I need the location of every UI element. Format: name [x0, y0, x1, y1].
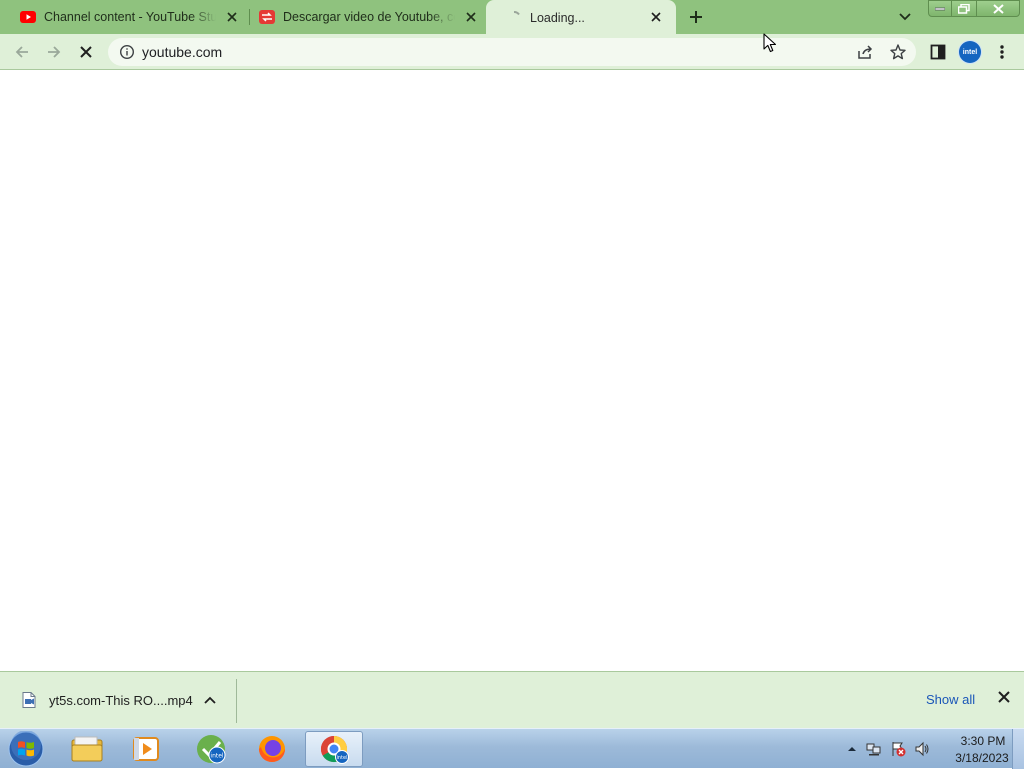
close-tab-icon[interactable]	[463, 9, 479, 25]
tab-search-button[interactable]	[895, 8, 915, 26]
tab-youtube-studio[interactable]: Channel content - YouTube Studio	[0, 0, 248, 34]
side-panel-button[interactable]	[926, 40, 950, 64]
file-explorer-icon[interactable]	[58, 731, 116, 767]
svg-text:intel: intel	[210, 753, 224, 760]
chevron-up-icon[interactable]	[204, 692, 220, 708]
show-desktop-button[interactable]	[1012, 729, 1024, 769]
kebab-menu-icon	[1000, 45, 1004, 59]
star-icon[interactable]	[889, 43, 907, 61]
tab-title: Channel content - YouTube Studio	[44, 10, 216, 24]
action-center-icon[interactable]	[890, 741, 906, 757]
youtube-icon	[20, 9, 36, 25]
windows-start-icon[interactable]	[6, 730, 46, 768]
tray-expand-icon[interactable]	[844, 741, 860, 757]
loading-spinner-icon	[506, 10, 522, 26]
media-player-icon[interactable]	[118, 731, 176, 767]
close-icon	[80, 46, 92, 58]
info-icon[interactable]	[119, 44, 135, 60]
video-file-icon	[22, 692, 36, 708]
arrow-left-icon	[15, 46, 28, 58]
tab-title: Loading...	[530, 11, 585, 25]
profile-avatar[interactable]: intel	[959, 41, 981, 63]
forward-button[interactable]	[42, 40, 66, 64]
chrome-icon[interactable]: intel	[305, 731, 363, 767]
restore-button[interactable]	[951, 0, 977, 17]
url-text[interactable]: youtube.com	[142, 44, 222, 60]
new-tab-button[interactable]	[686, 7, 706, 27]
arrow-right-icon	[48, 46, 61, 58]
page-content	[0, 71, 1024, 671]
close-icon[interactable]	[998, 691, 1014, 707]
download-filename: yt5s.com-This RO....mp4	[49, 693, 193, 708]
firefox-icon[interactable]	[243, 731, 301, 767]
show-all-link[interactable]: Show all	[926, 692, 975, 707]
tab-strip: Channel content - YouTube Studio Descarg…	[0, 0, 1024, 36]
side-panel-icon	[930, 44, 946, 60]
back-button[interactable]	[10, 40, 34, 64]
address-bar[interactable]: youtube.com	[108, 38, 916, 66]
system-tray: 3:30 PM 3/18/2023	[842, 729, 1024, 769]
close-window-button[interactable]	[976, 0, 1020, 17]
share-icon[interactable]	[856, 43, 874, 61]
profile-label: intel	[962, 48, 978, 56]
stop-loading-button[interactable]	[74, 40, 98, 64]
downloader-icon	[259, 9, 275, 25]
svg-text:intel: intel	[337, 755, 348, 761]
close-tab-icon[interactable]	[648, 9, 664, 25]
network-icon[interactable]	[866, 741, 882, 757]
tab-loading[interactable]: Loading...	[486, 0, 676, 36]
clock-time[interactable]: 3:30 PM	[952, 734, 1014, 748]
download-item[interactable]: yt5s.com-This RO....mp4	[14, 682, 236, 718]
mouse-cursor-icon	[763, 33, 777, 53]
download-shelf: yt5s.com-This RO....mp4 Show all	[0, 671, 1024, 728]
tab-descargar-video[interactable]: Descargar video de Youtube, con	[239, 0, 487, 34]
intel-app-icon[interactable]: intel	[182, 731, 240, 767]
close-tab-icon[interactable]	[224, 9, 240, 25]
clock-date[interactable]: 3/18/2023	[946, 751, 1018, 765]
shelf-divider	[236, 679, 237, 723]
minimize-button[interactable]	[928, 0, 952, 17]
browser-toolbar: youtube.com intel	[0, 34, 1024, 70]
volume-icon[interactable]	[914, 741, 930, 757]
tab-title: Descargar video de Youtube, con	[283, 10, 455, 24]
windows-taskbar: intel intel 3:30 PM 3/18/2023	[0, 728, 1024, 769]
menu-button[interactable]	[990, 40, 1014, 64]
